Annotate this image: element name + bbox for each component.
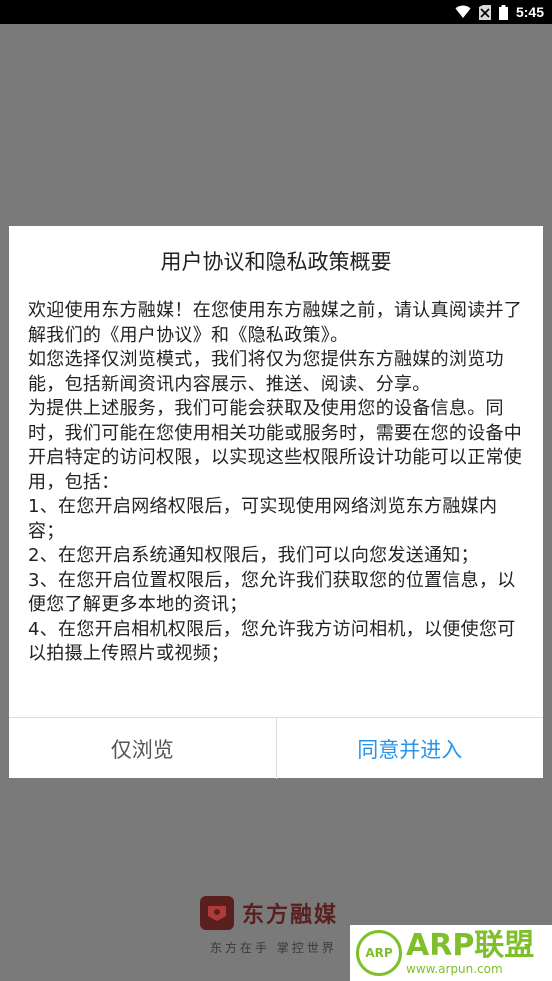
dialog-body-scroll[interactable]: 欢迎使用东方融媒！在您使用东方融媒之前，请认真阅读并了解我们的《用户协议》和《隐… bbox=[28, 299, 528, 717]
dialog-paragraph: 如您选择仅浏览模式，我们将仅为您提供东方融媒的浏览功能，包括新闻资讯内容展示、推… bbox=[28, 349, 504, 395]
browse-only-button[interactable]: 仅浏览 bbox=[9, 718, 277, 779]
watermark-badge: ARP bbox=[356, 930, 402, 976]
brand-logo-icon bbox=[200, 896, 234, 930]
watermark: ARP ARP联盟 www.arpun.com bbox=[350, 925, 552, 981]
agree-and-enter-button[interactable]: 同意并进入 bbox=[277, 718, 544, 779]
wifi-icon bbox=[455, 5, 471, 19]
status-time: 5:45 bbox=[515, 4, 544, 20]
no-sim-icon bbox=[478, 4, 491, 20]
dialog-paragraph: 3、在您开启位置权限后，您允许我们获取您的位置信息，以便您了解更多本地的资讯； bbox=[28, 569, 516, 616]
dialog-footer: 仅浏览 同意并进入 bbox=[9, 717, 543, 779]
watermark-title: ARP联盟 bbox=[406, 928, 535, 963]
dialog-paragraph: 为提供上述服务，我们可能会获取及使用您的设备信息。同时，我们可能在您使用相关功能… bbox=[28, 398, 523, 493]
brand-name: 东方融媒 bbox=[242, 903, 339, 928]
dialog-paragraph: 4、在您开启相机权限后，您允许我方访问相机，以便使您可以拍摄上传照片或视频； bbox=[28, 618, 516, 665]
status-bar: 5:45 bbox=[0, 0, 552, 24]
battery-icon bbox=[498, 4, 508, 20]
watermark-url: www.arpun.com bbox=[406, 962, 503, 976]
dialog-paragraph: 欢迎使用东方融媒！在您使用东方融媒之前，请认真阅读并了解我们的《用户协议》和《隐… bbox=[28, 300, 523, 346]
dialog-paragraph: 1、在您开启网络权限后，可实现使用网络浏览东方融媒内容； bbox=[28, 496, 498, 542]
privacy-dialog: 用户协议和隐私政策概要 欢迎使用东方融媒！在您使用东方融媒之前，请认真阅读并了解… bbox=[9, 226, 543, 779]
brand-slogan: 东方在手 掌控世界 bbox=[210, 941, 337, 955]
dialog-title: 用户协议和隐私政策概要 bbox=[160, 250, 392, 274]
splash-brand: 东方融媒 bbox=[200, 896, 360, 930]
dialog-paragraph: 2、在您开启系统通知权限后，我们可以向您发送通知； bbox=[28, 545, 479, 566]
